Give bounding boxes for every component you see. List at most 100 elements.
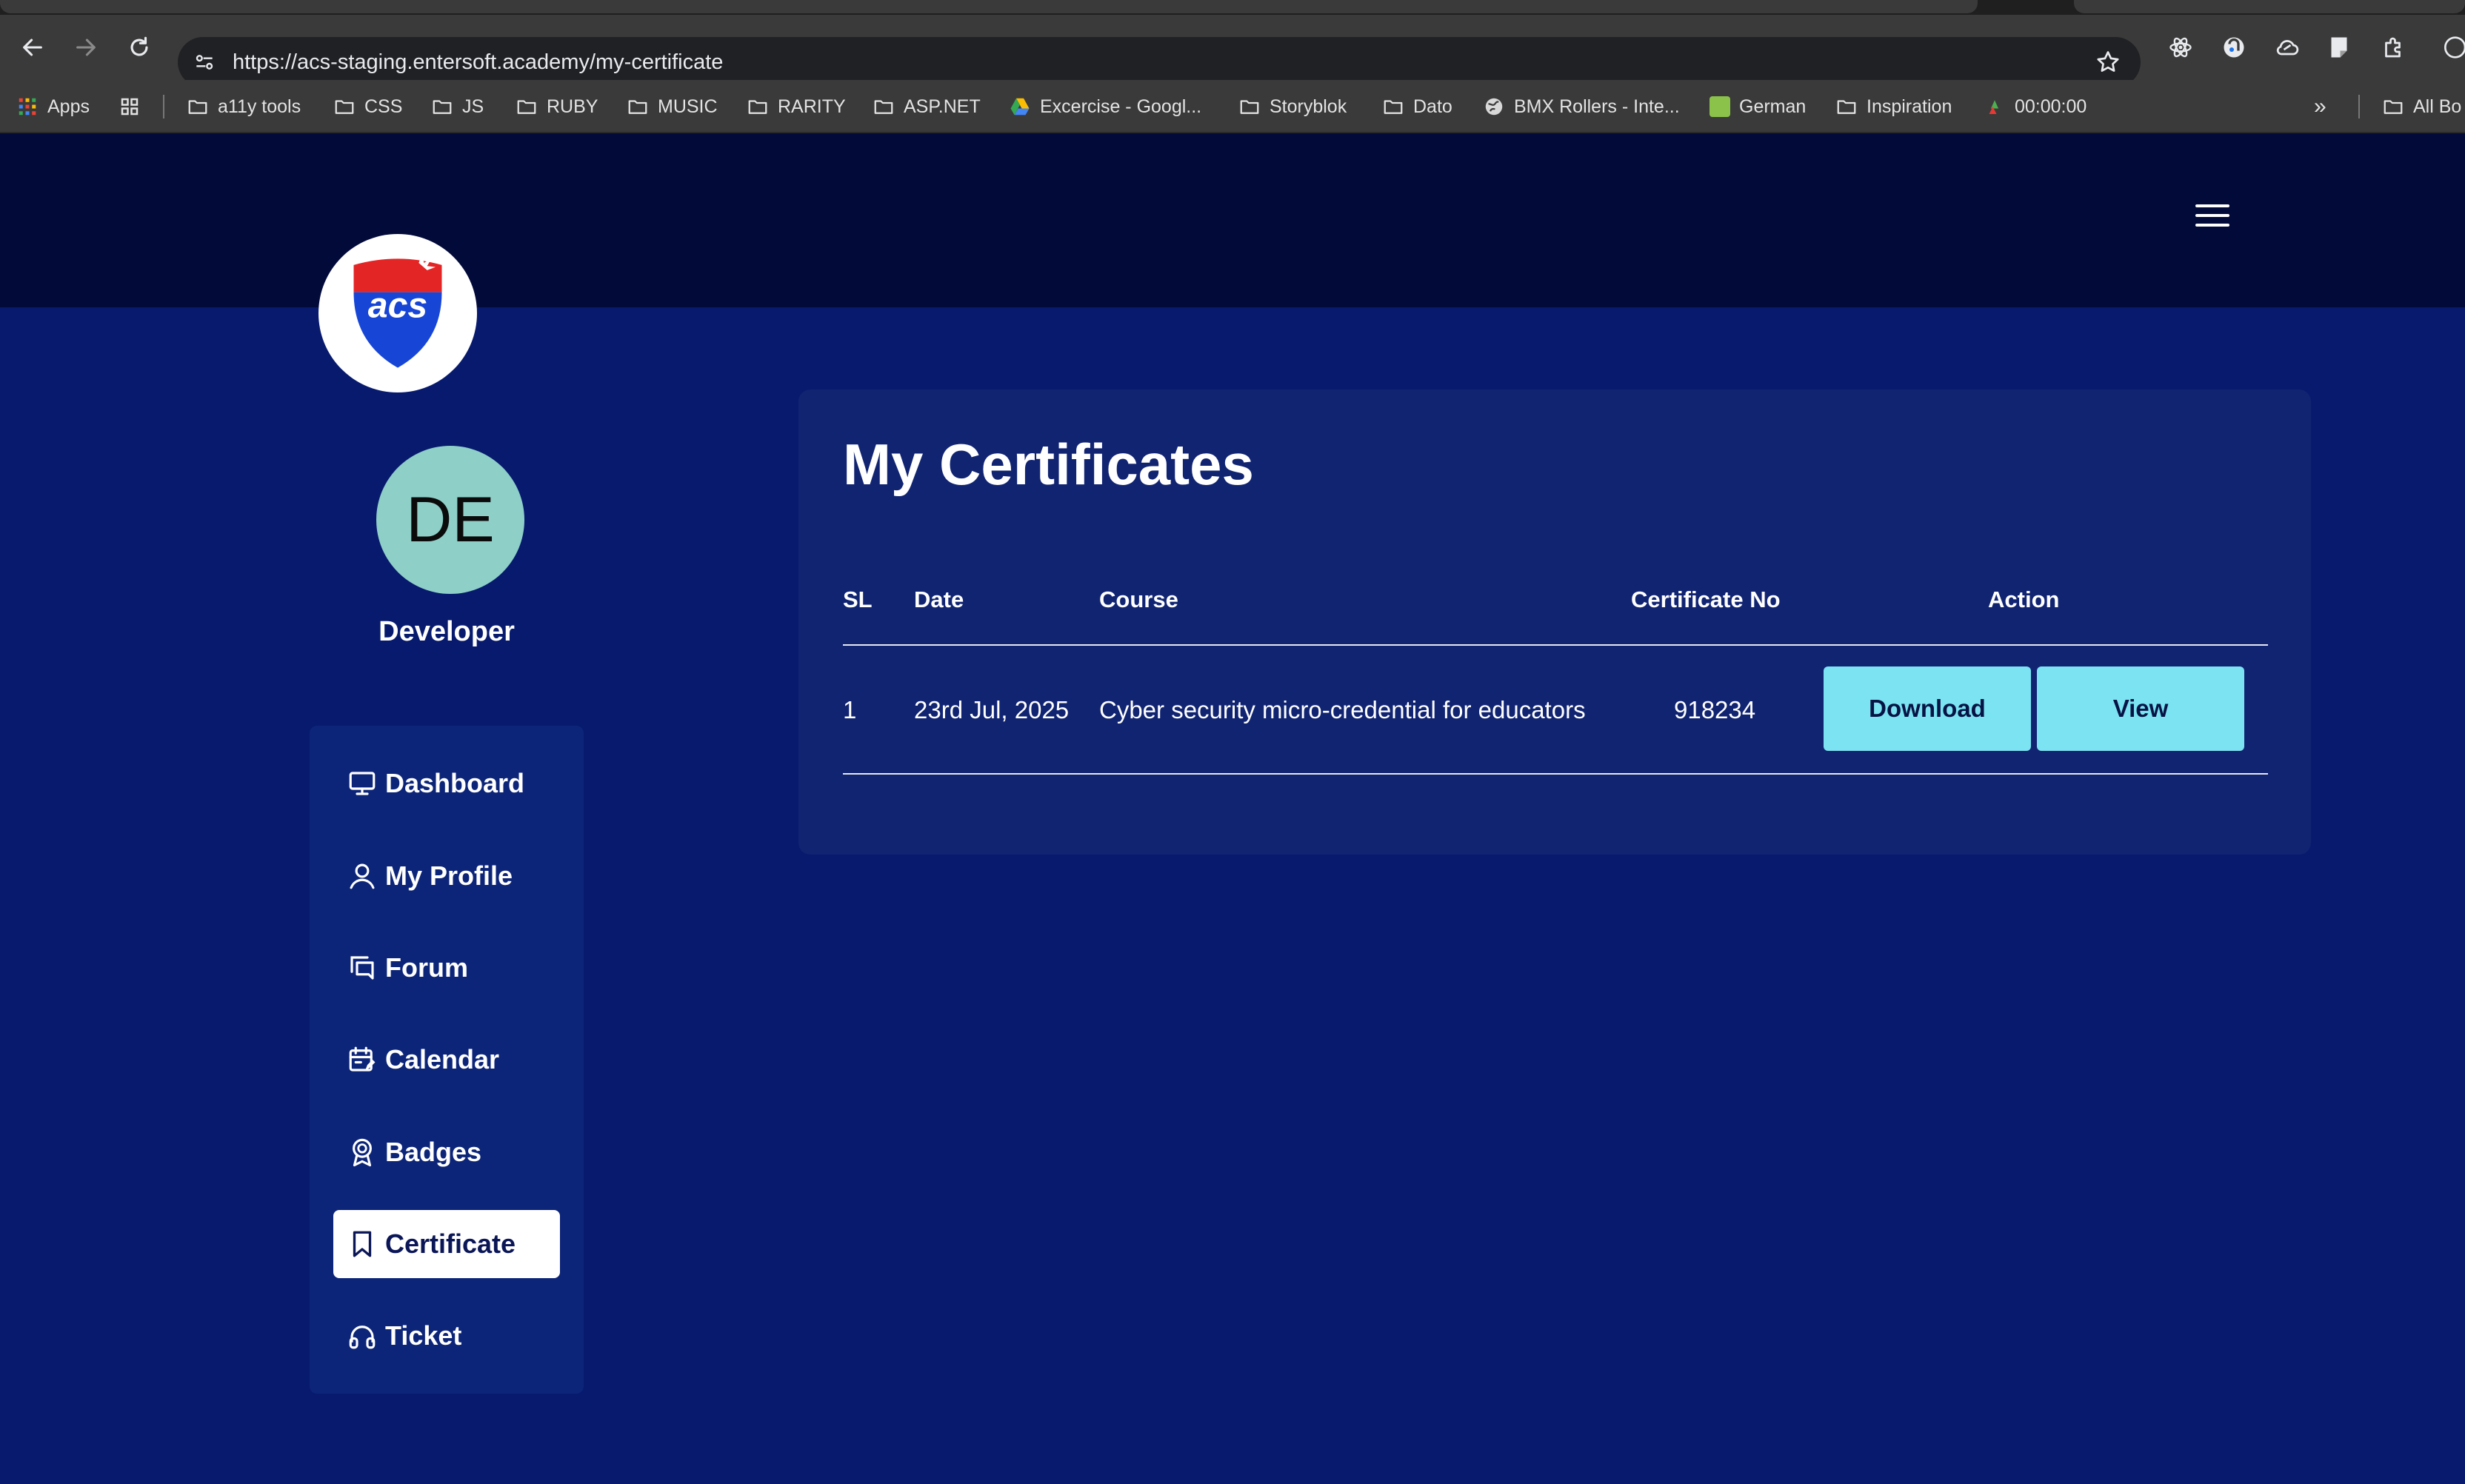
bookmark-label: Dato	[1413, 96, 1452, 117]
sidebar-item-label: Certificate	[385, 1229, 516, 1259]
bookmarks-bar: Apps a11y tools CSS JS RUBY MUSIC RARITY…	[0, 80, 2465, 133]
browser-tab[interactable]	[0, 0, 1978, 13]
bookmark-label: Excercise - Googl...	[1040, 96, 1202, 117]
folder-icon	[1837, 100, 1856, 114]
bookmark-folder[interactable]: CSS	[333, 80, 402, 133]
hamburger-menu-icon[interactable]	[2195, 204, 2229, 234]
sidebar-item-my-profile[interactable]: My Profile	[333, 842, 560, 910]
user-name: Developer	[378, 616, 515, 647]
site-logo[interactable]: acs	[318, 234, 477, 392]
notes-extension-icon[interactable]	[2324, 33, 2354, 62]
bookmark-label: JS	[462, 96, 484, 117]
bookmark-bmx-rollers[interactable]: BMX Rollers - Inte...	[1483, 80, 1680, 133]
folder-icon	[628, 100, 647, 114]
bookmark-label: ASP.NET	[904, 96, 981, 117]
monitor-icon	[349, 772, 376, 795]
hamburger-line	[2195, 224, 2229, 227]
bookmark-folder[interactable]: RUBY	[516, 80, 598, 133]
column-header-date: Date	[914, 586, 964, 612]
download-button[interactable]: Download	[1824, 666, 2031, 751]
bookmark-timer[interactable]: 00:00:00	[1984, 80, 2087, 133]
bookmark-folder[interactable]: Storyblok	[1238, 80, 1347, 133]
sidebar-item-label: Forum	[385, 952, 468, 983]
sidebar-item-ticket[interactable]: Ticket	[333, 1302, 560, 1370]
back-icon[interactable]	[18, 33, 47, 62]
sidebar-item-label: Ticket	[385, 1320, 462, 1351]
browser-tab-strip	[0, 0, 2465, 15]
bookmark-label: a11y tools	[218, 96, 301, 117]
sidebar-item-label: My Profile	[385, 860, 513, 891]
bookmark-folder[interactable]: Dato	[1382, 80, 1452, 133]
apps-grid-icon	[19, 98, 36, 116]
bookmark-folder[interactable]: ASP.NET	[873, 80, 981, 133]
bookmark-folder[interactable]: RARITY	[747, 80, 846, 133]
cell-course: Cyber security micro-credential for educ…	[1099, 696, 1586, 723]
bookmark-label: BMX Rollers - Inte...	[1514, 96, 1680, 117]
sidebar-item-label: Calendar	[385, 1044, 500, 1074]
sidebar-item-label: Dashboard	[385, 768, 525, 798]
badge-icon	[353, 1138, 372, 1167]
avatar: DE	[376, 446, 524, 594]
extension-icon[interactable]	[2219, 33, 2249, 62]
bookmark-folder[interactable]: a11y tools	[187, 80, 301, 133]
browser-tab[interactable]	[2074, 0, 2465, 13]
svg-text:acs: acs	[368, 286, 427, 326]
bookmark-tab-groups[interactable]	[119, 80, 150, 133]
profile-avatar-icon[interactable]	[2441, 33, 2465, 62]
tab-groups-icon	[121, 98, 139, 116]
folder-icon	[1384, 100, 1403, 114]
react-devtools-icon[interactable]	[2166, 33, 2195, 62]
column-header-sl: SL	[843, 586, 873, 612]
forward-icon[interactable]	[71, 33, 101, 62]
bookmark-label: German	[1739, 96, 1807, 117]
bookmark-apps[interactable]: Apps	[16, 80, 90, 133]
certificates-card: My Certificates SL Date Course Certifica…	[798, 390, 2311, 855]
reload-icon[interactable]	[124, 33, 154, 62]
bookmark-label: Storyblok	[1270, 96, 1347, 117]
table-header-divider	[843, 644, 2268, 646]
chat-icon	[350, 956, 374, 980]
bookmark-label: 00:00:00	[2015, 96, 2087, 117]
sidebar-nav: Dashboard My Profile Forum Calendar Badg…	[310, 726, 584, 1394]
headphones-icon	[349, 1326, 376, 1349]
google-drive-icon	[1010, 98, 1030, 116]
german-favicon	[1710, 96, 1730, 117]
user-icon	[350, 863, 375, 889]
bookmark-label: All Bo	[2413, 96, 2462, 117]
site-info-icon[interactable]	[190, 47, 219, 77]
bookmark-icon	[353, 1231, 372, 1257]
view-button[interactable]: View	[2037, 666, 2244, 751]
sidebar-item-calendar[interactable]: Calendar	[333, 1026, 560, 1094]
timer-favicon	[1989, 100, 1998, 114]
column-header-certificate-no: Certificate No	[1631, 586, 1781, 612]
bookmark-google-drive[interactable]: Excercise - Googl...	[1009, 80, 1201, 133]
cell-date: 23rd Jul, 2025	[914, 696, 1070, 723]
globe-icon	[1485, 98, 1503, 116]
bookmark-german[interactable]: German	[1710, 80, 1806, 133]
puzzle-extensions-icon[interactable]	[2379, 33, 2409, 62]
sidebar-item-dashboard[interactable]: Dashboard	[333, 749, 560, 818]
browser-toolbar: https://acs-staging.entersoft.academy/my…	[0, 15, 2465, 87]
cloud-extension-icon[interactable]	[2272, 33, 2302, 62]
sidebar-item-label: Badges	[385, 1137, 482, 1167]
bookmark-folder[interactable]: JS	[431, 80, 484, 133]
sidebar-item-certificate[interactable]: Certificate	[333, 1210, 560, 1278]
sidebar-item-badges[interactable]: Badges	[333, 1118, 560, 1186]
folder-icon	[433, 100, 452, 114]
hamburger-line	[2195, 214, 2229, 217]
column-header-action: Action	[1988, 586, 2060, 612]
folder-icon	[1240, 100, 1259, 114]
bookmark-folder[interactable]: Inspiration	[1835, 80, 1952, 133]
folder-icon	[188, 100, 207, 114]
bookmarks-overflow-button[interactable]: »	[2314, 80, 2326, 133]
bookmark-star-icon[interactable]	[2095, 49, 2121, 76]
calendar-icon	[349, 1046, 376, 1072]
bookmark-label: RUBY	[547, 96, 598, 117]
bookmark-folder[interactable]: MUSIC	[627, 80, 718, 133]
cell-sl: 1	[843, 696, 857, 723]
cell-certificate-no: 918234	[1674, 696, 1756, 723]
bookmark-separator	[163, 95, 164, 118]
bookmark-all-bookmarks[interactable]: All Bo	[2382, 80, 2461, 133]
bookmark-label: Apps	[47, 96, 90, 117]
sidebar-item-forum[interactable]: Forum	[333, 934, 560, 1002]
